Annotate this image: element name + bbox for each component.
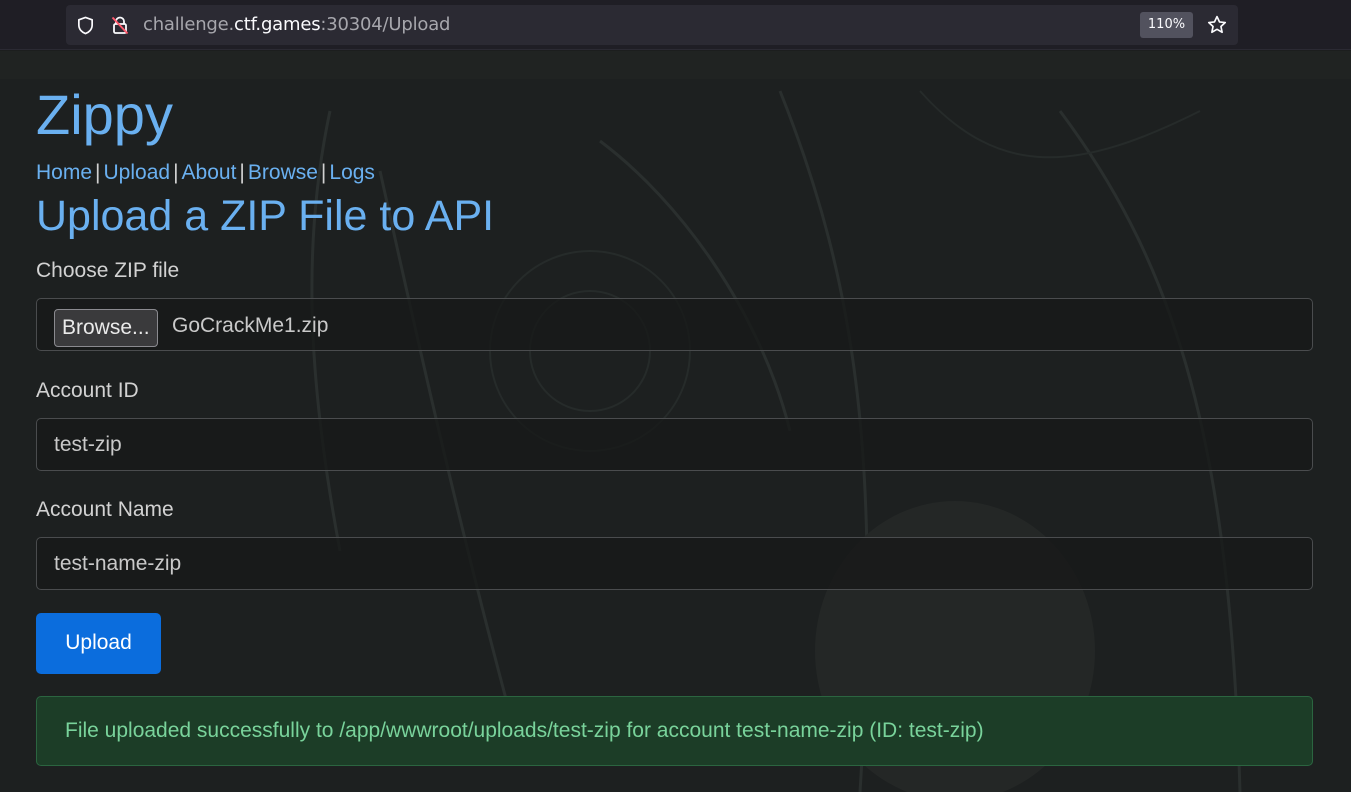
account-id-value: test-zip [54,433,122,456]
account-name-value: test-name-zip [54,552,182,575]
nav-link-browse[interactable]: Browse [248,161,318,184]
nav-link-logs[interactable]: Logs [329,161,375,184]
success-alert: File uploaded successfully to /app/wwwro… [36,696,1313,766]
nav-separator: | [239,161,245,184]
nav-link-home[interactable]: Home [36,161,92,184]
file-input[interactable]: Browse... GoCrackMe1.zip [36,298,1313,351]
nav-separator: | [173,161,179,184]
url-text[interactable]: challenge.ctf.games:30304/Upload [143,14,450,35]
selected-file-name: GoCrackMe1.zip [172,314,329,337]
account-id-input[interactable]: test-zip [36,418,1313,471]
upload-button[interactable]: Upload [36,613,161,674]
nav-link-about[interactable]: About [182,161,237,184]
success-message: File uploaded successfully to /app/wwwro… [65,719,984,742]
insecure-lock-icon[interactable] [110,15,130,35]
site-title[interactable]: Zippy [36,83,173,147]
bookmark-star-icon[interactable] [1206,14,1228,36]
browse-button[interactable]: Browse... [54,309,158,347]
nav-separator: | [95,161,101,184]
zoom-indicator[interactable]: 110% [1140,12,1193,38]
shield-icon[interactable] [76,16,95,35]
url-path: :30304/Upload [320,14,451,35]
address-bar[interactable]: challenge.ctf.games:30304/Upload 110% [66,5,1238,45]
file-label: Choose ZIP file [36,259,180,282]
account-name-input[interactable]: test-name-zip [36,537,1313,590]
url-host-prefix: challenge. [143,14,235,35]
nav-links: Home | Upload | About | Browse | Logs [36,159,375,187]
page-title: Upload a ZIP File to API [36,192,495,240]
nav-link-upload[interactable]: Upload [104,161,171,184]
account-id-label: Account ID [36,379,139,402]
nav-separator: | [320,161,327,184]
url-host: ctf.games [234,14,321,35]
page-viewport: Zippy Home | Upload | About | Browse | Logs Uplo… [0,51,1351,792]
browser-toolbar: challenge.ctf.games:30304/Upload 110% [0,0,1351,50]
account-name-label: Account Name [36,498,174,521]
